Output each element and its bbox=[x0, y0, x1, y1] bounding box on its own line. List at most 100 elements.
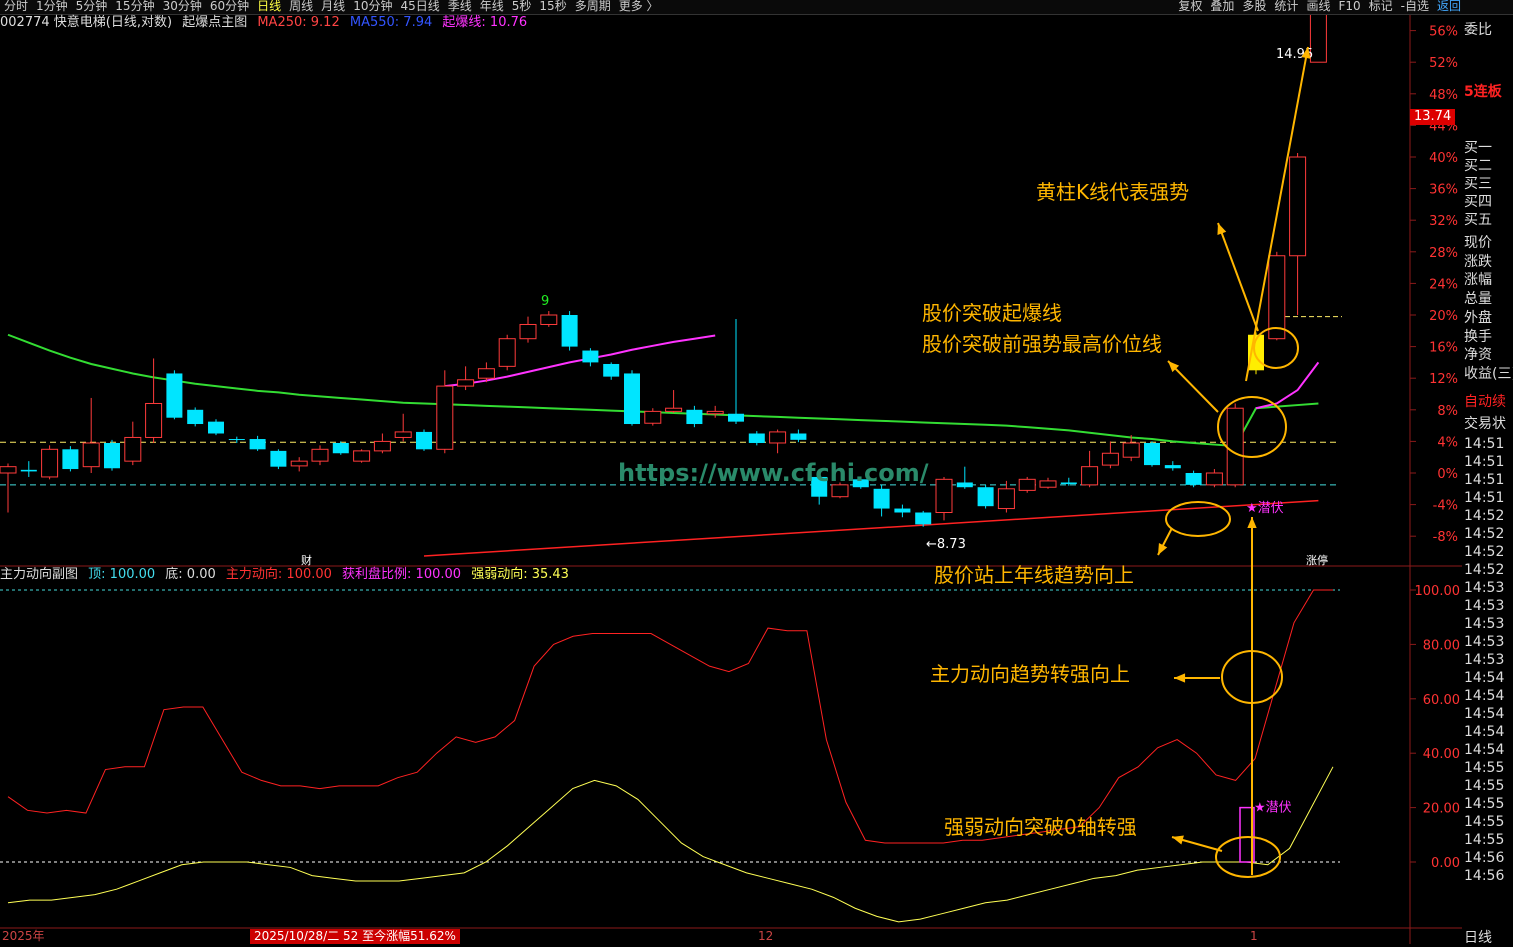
period-tab-8[interactable]: 月线 bbox=[321, 0, 345, 13]
period-tab-6[interactable]: 日线 bbox=[257, 0, 281, 13]
quote-label-4: 外盘 bbox=[1464, 309, 1492, 326]
candle-body-59 bbox=[1226, 407, 1244, 486]
candle-body-25 bbox=[519, 323, 537, 340]
candle-body-32 bbox=[665, 407, 683, 412]
trade-time-18: 14:55 bbox=[1464, 760, 1505, 776]
period-tab-0[interactable]: 分时 bbox=[4, 0, 28, 13]
candle-body-15 bbox=[311, 448, 329, 462]
y-tick-label-7: 32% bbox=[1429, 214, 1458, 229]
trade-time-19: 14:55 bbox=[1464, 778, 1505, 794]
period-tab-3[interactable]: 15分钟 bbox=[115, 0, 154, 13]
period-tab-14[interactable]: 15秒 bbox=[539, 0, 566, 13]
trade-time-9: 14:53 bbox=[1464, 598, 1505, 614]
trade-time-12: 14:53 bbox=[1464, 652, 1505, 668]
candle-body-24 bbox=[498, 338, 516, 367]
sub-y-tick-label-4: 20.00 bbox=[1423, 802, 1460, 817]
y-tick-label-8: 28% bbox=[1429, 246, 1458, 261]
quote-label-1: 涨跌 bbox=[1464, 253, 1492, 270]
candle-body-16 bbox=[332, 442, 349, 454]
arrow-main-force-head bbox=[1174, 673, 1186, 683]
y-tick-label-9: 24% bbox=[1429, 277, 1458, 292]
candle-body-2 bbox=[41, 448, 59, 478]
y-tick-label-17: -8% bbox=[1433, 530, 1458, 545]
candle-body-1 bbox=[20, 469, 37, 472]
candle-body-3 bbox=[62, 449, 79, 470]
candle-body-42 bbox=[873, 488, 890, 509]
bid-label-2: 买三 bbox=[1464, 176, 1492, 192]
period-tab-9[interactable]: 10分钟 bbox=[353, 0, 392, 13]
ellipse-annual bbox=[1165, 501, 1231, 537]
strength-line bbox=[7, 766, 1334, 923]
period-tab-13[interactable]: 5秒 bbox=[512, 0, 532, 13]
toolbar-button-6[interactable]: 标记 bbox=[1369, 0, 1393, 13]
y-tick-label-6: 36% bbox=[1429, 183, 1458, 198]
candle-body-0 bbox=[0, 466, 17, 474]
candle-body-23 bbox=[477, 368, 495, 379]
toolbar-button-4[interactable]: 画线 bbox=[1306, 0, 1330, 13]
toolbar-button-0[interactable]: 复权 bbox=[1178, 0, 1202, 13]
candle-body-44 bbox=[915, 512, 932, 525]
y-tick-label-15: 0% bbox=[1437, 467, 1458, 482]
quote-label-2: 涨幅 bbox=[1464, 272, 1492, 289]
arrow-zero-axis-head bbox=[1172, 835, 1184, 845]
candle-body-31 bbox=[644, 410, 662, 424]
limit-up-marker: 涨停 bbox=[1306, 553, 1328, 567]
toolbar-right-buttons: 复权 叠加 多股 统计 画线 F10 标记 -自选 返回 bbox=[1170, 0, 1461, 13]
toolbar-button-3[interactable]: 统计 bbox=[1274, 0, 1298, 13]
period-tab-4[interactable]: 30分钟 bbox=[163, 0, 202, 13]
toolbar-button-8[interactable]: 返回 bbox=[1437, 0, 1461, 13]
month-12-label: 12 bbox=[758, 929, 774, 943]
period-tab-2[interactable]: 5分钟 bbox=[76, 0, 108, 13]
toolbar-button-1[interactable]: 叠加 bbox=[1210, 0, 1234, 13]
toolbar-button-5[interactable]: F10 bbox=[1338, 0, 1360, 13]
candle-body-33 bbox=[686, 409, 703, 425]
trade-time-1: 14:51 bbox=[1464, 454, 1505, 470]
trade-time-10: 14:53 bbox=[1464, 616, 1505, 632]
quote-panel: 委比 5连板 13.74 买一 买二 买三 买四 买五 现价 涨跌 涨幅 总量 外盘 换手 净资 收益(… bbox=[1410, 15, 1513, 946]
quote-label-6: 净资 bbox=[1464, 347, 1492, 364]
candle-body-47 bbox=[977, 487, 994, 507]
kline-chart[interactable]: 60%56%52%48%44%40%36%32%28%24%20%16%12%8… bbox=[0, 15, 1462, 944]
trade-time-24: 14:56 bbox=[1464, 868, 1505, 884]
y-tick-label-5: 40% bbox=[1429, 151, 1458, 166]
bid-label-3: 买四 bbox=[1464, 194, 1492, 210]
candle-body-54 bbox=[1122, 442, 1140, 458]
trade-time-20: 14:55 bbox=[1464, 796, 1505, 812]
trade-time-5: 14:52 bbox=[1464, 526, 1505, 542]
arrow-strong bbox=[1217, 222, 1259, 332]
quote-label-3: 总量 bbox=[1464, 291, 1492, 308]
candle-body-29 bbox=[603, 363, 620, 377]
candle-body-51 bbox=[1060, 482, 1077, 485]
candle-body-7 bbox=[145, 402, 163, 438]
candle-body-20 bbox=[416, 431, 432, 450]
candle-body-56 bbox=[1164, 465, 1181, 469]
toolbar-button-2[interactable]: 多股 bbox=[1242, 0, 1266, 13]
candle-body-35 bbox=[728, 413, 744, 422]
candle-body-12 bbox=[249, 439, 266, 450]
period-tab-11[interactable]: 季线 bbox=[448, 0, 472, 13]
candle-body-46 bbox=[956, 482, 973, 488]
sub-y-tick-label-0: 100.00 bbox=[1415, 584, 1461, 599]
trade-time-21: 14:55 bbox=[1464, 814, 1505, 830]
current-price-badge: 13.74 bbox=[1410, 109, 1456, 125]
y-tick-label-10: 20% bbox=[1429, 309, 1458, 324]
y-tick-label-1: 56% bbox=[1429, 25, 1458, 40]
period-tab-10[interactable]: 45日线 bbox=[400, 0, 439, 13]
bid-label-4: 买五 bbox=[1464, 212, 1492, 228]
trade-time-13: 14:54 bbox=[1464, 670, 1505, 686]
candle-body-48 bbox=[997, 488, 1015, 510]
trade-time-7: 14:52 bbox=[1464, 562, 1505, 578]
trade-time-15: 14:54 bbox=[1464, 706, 1505, 722]
period-tab-7[interactable]: 周线 bbox=[289, 0, 313, 13]
ellipse-zero-axis bbox=[1215, 836, 1281, 878]
trade-time-0: 14:51 bbox=[1464, 436, 1505, 452]
period-tab-12[interactable]: 年线 bbox=[480, 0, 504, 13]
period-tab-16[interactable]: 更多 〉 bbox=[619, 0, 659, 13]
toolbar-button-7[interactable]: -自选 bbox=[1401, 0, 1429, 13]
y-tick-label-13: 8% bbox=[1437, 404, 1458, 419]
period-tab-5[interactable]: 60分钟 bbox=[210, 0, 249, 13]
arrow-strong-head bbox=[1217, 223, 1227, 235]
trade-time-14: 14:54 bbox=[1464, 688, 1505, 704]
period-tab-1[interactable]: 1分钟 bbox=[36, 0, 68, 13]
period-tab-15[interactable]: 多周期 bbox=[575, 0, 611, 13]
